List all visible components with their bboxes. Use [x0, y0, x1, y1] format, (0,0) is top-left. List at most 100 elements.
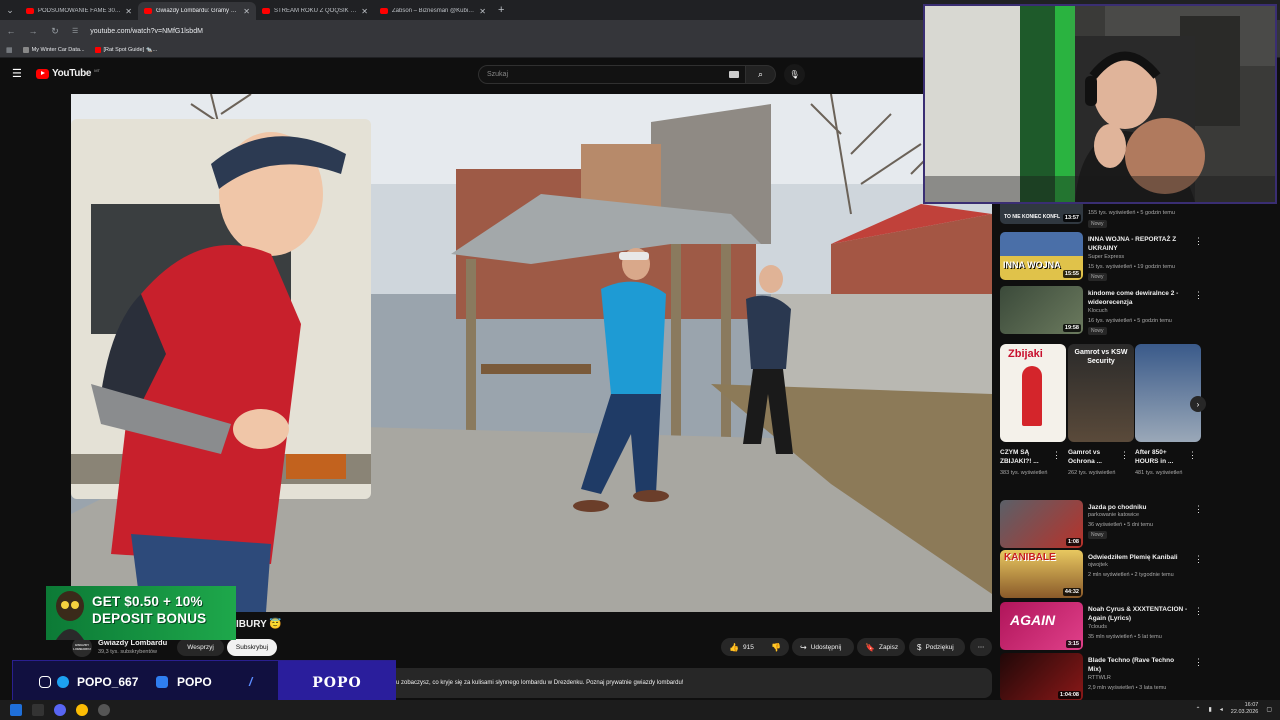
bookmark-icon: 🔖	[865, 642, 875, 652]
browser-tab[interactable]: STREAM ROKU Z QOQSIK | WS...✕	[256, 2, 374, 20]
search-icon: ⌕	[757, 69, 764, 79]
short-thumbnail	[1135, 344, 1201, 442]
reload-icon[interactable]: ↻	[50, 26, 60, 37]
system-tray: ⌃ ▮ ◂ 16:07 22.03.2026 ▢	[1195, 702, 1272, 716]
video-thumbnail: KANIBALE 44:32	[1000, 550, 1083, 598]
new-tab-button[interactable]: +	[492, 4, 504, 16]
youtube-logo[interactable]: YouTube MT	[36, 68, 100, 79]
short-thumbnail: Zbijaki	[1000, 344, 1066, 442]
voice-search-button[interactable]: 🎙	[784, 64, 805, 85]
like-dislike-group: 👍 915 👎	[721, 638, 789, 656]
microphone-icon: 🎙	[789, 70, 800, 79]
bookmark-item[interactable]: [Rat Spot Guide] 🐀...	[94, 46, 157, 53]
bookmark-icon	[22, 46, 29, 53]
site-info-icon[interactable]: ☰	[72, 27, 78, 35]
youtube-favicon-icon	[26, 8, 34, 14]
more-options-icon[interactable]: ⋮	[1188, 450, 1197, 461]
social-bar	[13, 661, 278, 704]
close-tab-icon[interactable]: ✕	[125, 7, 132, 16]
more-options-icon[interactable]: ⋮	[1194, 657, 1203, 668]
video-thumbnail: 1:08	[1000, 500, 1083, 548]
discord-icon[interactable]	[54, 704, 66, 716]
more-options-icon[interactable]: ⋮	[1194, 290, 1203, 301]
more-options-icon[interactable]: ⋮	[1194, 606, 1203, 617]
streamer-social-overlay: POPO_667 POPO / POPO	[12, 660, 396, 705]
obs-icon[interactable]	[98, 704, 110, 716]
recommended-video[interactable]: TO NIE KONIEC KONFL 13:57 155 tys. wyświ…	[998, 186, 1204, 234]
webcam-frame	[925, 6, 1275, 202]
join-button[interactable]: Wesprzyj	[177, 639, 224, 656]
chrome-icon[interactable]	[76, 704, 88, 716]
keyboard-icon[interactable]	[729, 71, 739, 78]
more-options-icon[interactable]: ⋮	[1194, 554, 1203, 565]
video-thumbnail: INNA WOJNA 15:55	[1000, 232, 1083, 280]
chevron-up-icon[interactable]: ⌃	[1195, 706, 1200, 713]
instagram-icon	[39, 676, 51, 688]
browser-tab-active[interactable]: Gwiazdy Lombardu: Gramy w L... ✕	[138, 2, 256, 20]
subscriber-count: 39,3 tys. subskrybentów	[98, 649, 158, 655]
save-button[interactable]: 🔖 Zapisz	[857, 638, 905, 656]
shorts-shelf: Zbijaki CZYM SĄ ZBIJAKI?! ... 383 tys. w…	[998, 344, 1204, 494]
recommendations-sidebar: TO NIE KONIEC KONFL 13:57 155 tys. wyświ…	[998, 186, 1206, 703]
close-tab-icon[interactable]: ✕	[361, 7, 368, 16]
mascot-icon	[56, 591, 84, 640]
volume-icon[interactable]: ◂	[1220, 706, 1223, 713]
more-actions-button[interactable]: ⋯	[970, 638, 992, 656]
windows-taskbar: ⌃ ▮ ◂ 16:07 22.03.2026 ▢	[0, 700, 1280, 720]
shorts-next-button[interactable]: ›	[1190, 396, 1206, 412]
share-icon: ↪	[800, 642, 807, 652]
video-thumbnail: 19:58	[1000, 286, 1083, 334]
more-options-icon[interactable]: ⋮	[1194, 236, 1203, 247]
browser-tab[interactable]: Żabson – Biznesman @Kubi Pr... ✕	[374, 2, 492, 20]
kick-icon: /	[249, 675, 253, 689]
sponsor-promo-banner: GET $0.50 + 10% DEPOSIT BONUS	[46, 586, 236, 640]
recommended-video[interactable]: KANIBALE 44:32 Odwiedziłem Plemię Kaniba…	[998, 550, 1204, 600]
bullet-icon	[1022, 366, 1042, 426]
youtube-favicon-icon	[380, 8, 388, 14]
more-options-icon[interactable]: ⋮	[1120, 450, 1129, 461]
chevron-right-icon: ›	[1196, 399, 1200, 409]
bookmark-item[interactable]: My Winter Car Data...	[22, 46, 85, 53]
recommended-video[interactable]: 19:58 kindome come dewiralnce 2 - wideor…	[998, 286, 1204, 336]
close-tab-icon[interactable]: ✕	[479, 7, 486, 16]
youtube-favicon-icon	[144, 8, 152, 14]
forward-icon[interactable]: →	[28, 26, 38, 36]
thanks-button[interactable]: $ Podziękuj	[909, 638, 965, 656]
url-field[interactable]: youtube.com/watch?v=NMfG1lsbdM	[90, 28, 203, 35]
close-tab-icon[interactable]: ✕	[243, 7, 250, 16]
more-options-icon[interactable]: ⋮	[1194, 504, 1203, 515]
like-count: 915	[742, 643, 754, 651]
notifications-icon[interactable]: ▢	[1266, 706, 1272, 713]
tab-search-icon[interactable]: ⌄	[0, 0, 20, 20]
like-button[interactable]: 👍 915	[729, 643, 754, 652]
share-button[interactable]: ↪ Udostępnij	[792, 638, 854, 656]
video-thumbnail: AGAIN 3:15	[1000, 602, 1083, 650]
more-options-icon[interactable]: ⋮	[1052, 450, 1061, 461]
network-icon[interactable]: ▮	[1208, 706, 1211, 713]
recommended-video[interactable]: INNA WOJNA 15:55 INNA WOJNA - REPORTAŻ Z…	[998, 232, 1204, 282]
menu-icon[interactable]: ☰	[12, 68, 24, 80]
clock[interactable]: 16:07 22.03.2026	[1231, 702, 1259, 716]
video-thumbnail: 1:04:08	[1000, 653, 1083, 701]
search-input[interactable]: Szukaj	[478, 65, 746, 84]
super-thanks-icon: $	[917, 642, 922, 652]
video-player[interactable]	[71, 94, 992, 612]
youtube-favicon-icon	[94, 46, 101, 53]
apps-icon[interactable]: ▦	[6, 46, 13, 54]
recommended-video[interactable]: 1:08 Jazda po chodniku parkowanie katowi…	[998, 500, 1204, 550]
twitter-icon	[57, 676, 69, 688]
browser-tab[interactable]: PODSUMOWANIE FAME 30 (DJ...✕	[20, 2, 138, 20]
subscribe-button[interactable]: Subskrybuj	[227, 639, 277, 656]
screen: ⌄ PODSUMOWANIE FAME 30 (DJ...✕ Gwiazdy L…	[0, 0, 1280, 720]
thumbs-down-icon[interactable]: 👎	[771, 643, 781, 652]
more-icon: ⋯	[977, 644, 985, 651]
search-button[interactable]: ⌕	[746, 65, 776, 84]
taskbar-app-icon[interactable]	[32, 704, 44, 716]
start-icon[interactable]	[10, 704, 22, 716]
back-icon[interactable]: ←	[6, 26, 16, 36]
recommended-video[interactable]: 1:04:08 Blade Techno (Rave Techno Mix) R…	[998, 653, 1204, 703]
recommended-video[interactable]: AGAIN 3:15 Noah Cyrus & XXXTENTACION - A…	[998, 602, 1204, 652]
youtube-icon	[156, 676, 168, 688]
channel-avatar[interactable]: GWIAZDY LOMBARDU	[72, 637, 92, 657]
youtube-favicon-icon	[262, 8, 270, 14]
